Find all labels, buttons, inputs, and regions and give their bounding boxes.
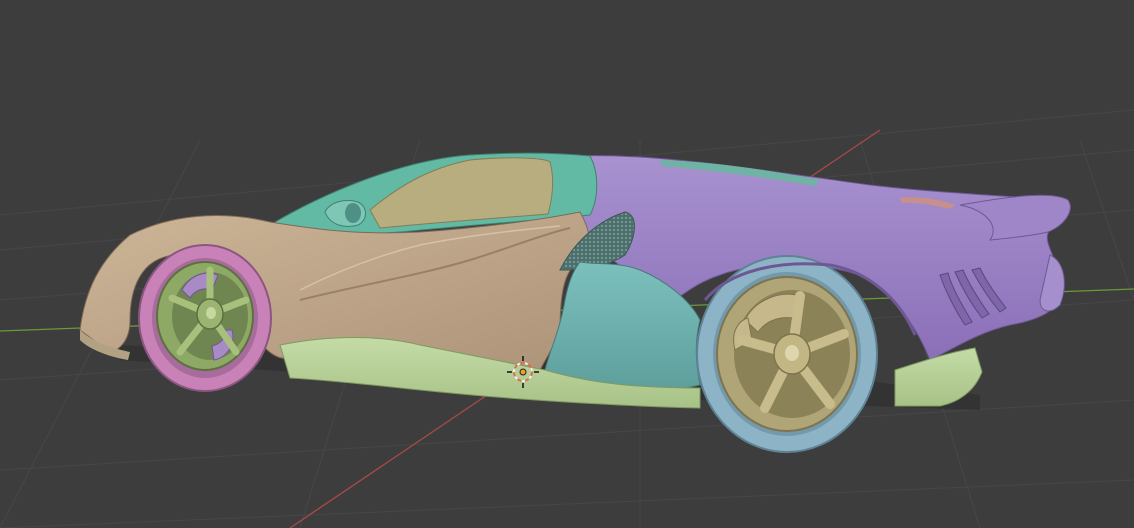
rear-wheel[interactable] [696,255,878,453]
side-mirror-face [345,203,361,223]
rear-hub-nut [785,345,799,361]
viewport-canvas[interactable] [0,0,1134,528]
car-model[interactable] [79,152,1071,453]
3d-viewport[interactable] [0,0,1134,528]
front-hub-nut [206,307,216,319]
front-wheel[interactable] [138,244,272,392]
